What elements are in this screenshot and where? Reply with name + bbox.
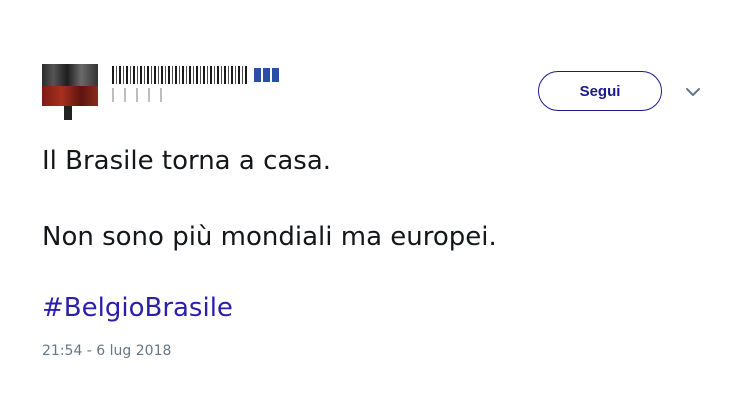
hashtag-link[interactable]: #BelgioBrasile: [42, 292, 233, 324]
tweet-text-line-2: Non sono più mondiali ma europei.: [42, 222, 497, 252]
author-info[interactable]: [112, 66, 287, 106]
author-handle-redacted[interactable]: [112, 88, 172, 102]
chevron-down-icon[interactable]: [684, 84, 702, 98]
author-display-name-redacted[interactable]: [112, 66, 248, 84]
avatar[interactable]: [42, 64, 98, 120]
follow-button[interactable]: Segui: [538, 71, 662, 111]
avatar-image-mid: [42, 86, 98, 106]
tweet-timestamp[interactable]: 21:54 - 6 lug 2018: [42, 342, 171, 360]
avatar-image-stem: [64, 106, 72, 120]
chevron-down-icon-svg: [686, 88, 700, 96]
author-badge-redacted: [254, 68, 280, 82]
tweet-card: Segui Il Brasile torna a casa. Non sono …: [0, 0, 736, 409]
avatar-image-top: [42, 64, 98, 86]
tweet-text-line-1: Il Brasile torna a casa.: [42, 146, 332, 176]
